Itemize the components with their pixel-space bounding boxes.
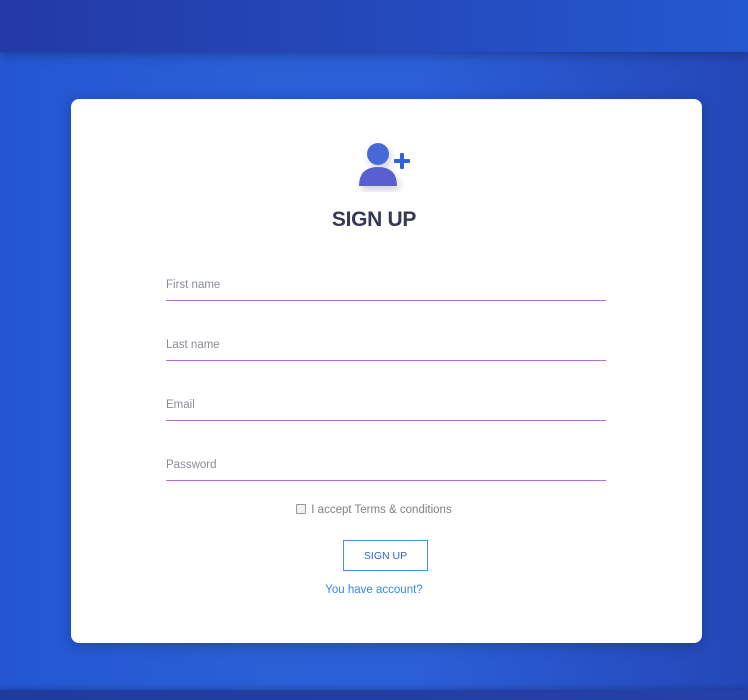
email-field[interactable] [166,392,606,421]
password-input[interactable] [166,452,606,478]
bottom-footer-bar [0,690,748,700]
terms-checkbox[interactable] [296,503,307,514]
first-name-input[interactable] [166,272,606,298]
last-name-input[interactable] [166,332,606,358]
email-input[interactable] [166,392,606,418]
top-header-bar [0,0,748,52]
last-name-field[interactable] [166,332,606,361]
page-title: SIGN UP [331,208,417,231]
password-field[interactable] [166,452,606,481]
add-user-icon [356,140,418,192]
terms-label[interactable]: I accept Terms & conditions [311,504,451,516]
have-account-link[interactable]: You have account? [0,584,748,600]
terms-row: I accept Terms & conditions [0,502,748,518]
first-name-field[interactable] [166,272,606,301]
signup-button[interactable]: SIGN UP [343,540,428,571]
